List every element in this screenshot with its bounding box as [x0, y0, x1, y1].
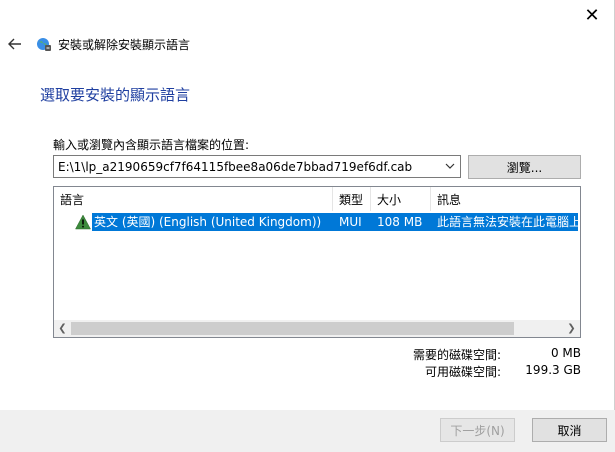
required-space-value: 0 MB — [550, 346, 581, 360]
scroll-thumb[interactable] — [71, 322, 514, 335]
chevron-down-icon[interactable] — [440, 161, 460, 172]
required-space-label: 需要的磁碟空間: — [412, 348, 501, 362]
language-list[interactable]: 語言 類型 大小 訊息 英文 (英國) (English (United Kin… — [53, 186, 581, 338]
back-button[interactable] — [0, 30, 30, 58]
list-item[interactable]: 英文 (英國) (English (United Kingdom)) MUI 1… — [54, 211, 580, 232]
page-title: 選取要安裝的顯示語言 — [40, 86, 191, 104]
window-title: 安裝或解除安裝顯示語言 — [58, 37, 191, 52]
column-header-language[interactable]: 語言 — [54, 187, 333, 211]
available-space-label: 可用磁碟空間: — [424, 365, 501, 379]
language-globe-icon — [37, 38, 51, 51]
available-space-row: 可用磁碟空間: 199.3 GB — [425, 363, 581, 380]
path-input[interactable]: E:\1\lp_a2190659cf7f64115fbee8a06de7bbad… — [54, 160, 440, 174]
required-space-row: 需要的磁碟空間: 0 MB — [413, 346, 581, 363]
path-combobox[interactable]: E:\1\lp_a2190659cf7f64115fbee8a06de7bbad… — [53, 155, 461, 178]
available-space-value: 199.3 GB — [525, 363, 581, 377]
chevron-left-icon: ❮ — [58, 323, 67, 334]
path-label: 輸入或瀏覽內含顯示語言檔案的位置: — [53, 138, 250, 152]
column-header-message[interactable]: 訊息 — [431, 187, 580, 211]
cancel-button[interactable]: 取消 — [532, 418, 607, 442]
row-size: 108 MB — [371, 212, 431, 231]
column-header-type[interactable]: 類型 — [333, 187, 371, 211]
list-header: 語言 類型 大小 訊息 — [54, 187, 580, 211]
row-message: 此語言無法安裝在此電腦上 — [431, 212, 578, 231]
row-type: MUI — [333, 212, 371, 231]
title-bar: 安裝或解除安裝顯示語言 — [0, 30, 560, 58]
footer-bar — [0, 410, 615, 452]
next-button[interactable]: 下一步(N) — [440, 418, 515, 442]
scroll-right-button[interactable]: ❯ — [563, 320, 580, 337]
close-icon: ✕ — [584, 4, 600, 26]
chevron-right-icon: ❯ — [567, 323, 576, 334]
close-button[interactable]: ✕ — [569, 0, 615, 30]
horizontal-scrollbar[interactable]: ❮ ❯ — [54, 320, 580, 337]
back-arrow-icon — [8, 38, 21, 50]
scroll-left-button[interactable]: ❮ — [54, 320, 71, 337]
row-language: 英文 (英國) (English (United Kingdom)) — [92, 212, 333, 231]
warning-icon — [75, 213, 91, 229]
column-header-size[interactable]: 大小 — [371, 187, 431, 211]
browse-button[interactable]: 瀏覽... — [468, 155, 581, 179]
scroll-track[interactable] — [71, 322, 563, 335]
